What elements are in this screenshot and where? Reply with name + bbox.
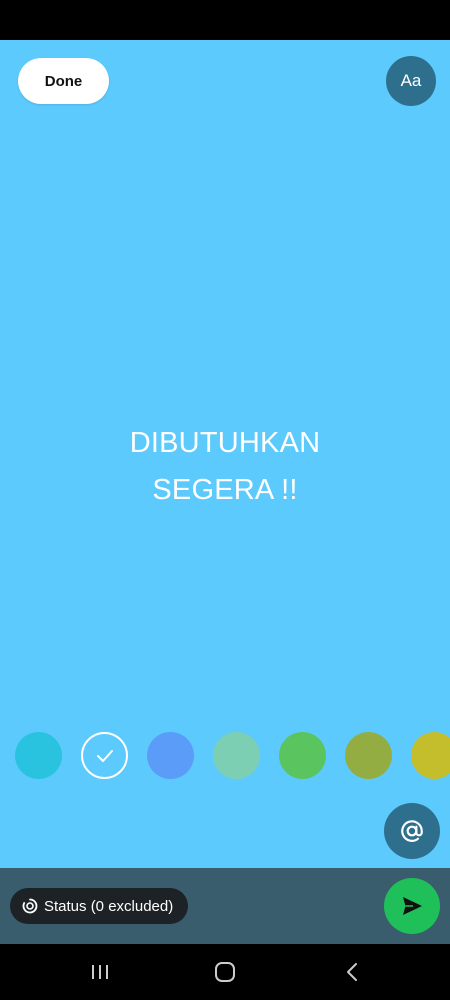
send-button[interactable] xyxy=(384,878,440,934)
status-audience-button[interactable]: Status (0 excluded) xyxy=(10,888,188,924)
done-button[interactable]: Done xyxy=(18,58,109,104)
system-navigation-bar xyxy=(0,944,450,1000)
color-swatch-2-selected[interactable] xyxy=(81,732,128,779)
color-swatch-4[interactable] xyxy=(213,732,260,779)
status-ring-icon xyxy=(22,898,38,914)
home-icon xyxy=(215,962,235,982)
color-swatch-1[interactable] xyxy=(15,732,62,779)
status-audience-label: Status (0 excluded) xyxy=(44,897,174,915)
color-swatch-7[interactable] xyxy=(411,732,450,779)
color-swatch-6[interactable] xyxy=(345,732,392,779)
back-icon xyxy=(347,963,357,981)
at-sign-icon xyxy=(401,820,423,842)
font-style-button[interactable]: Aa xyxy=(386,56,436,106)
checkmark-icon xyxy=(96,749,113,762)
mention-button[interactable] xyxy=(384,803,440,859)
status-text-line-2: SEGERA !! xyxy=(152,474,298,506)
recent-apps-icon xyxy=(92,965,108,979)
status-composer-screen: Done Aa DIBUTUHKAN SEGERA !! Status (0 e… xyxy=(0,0,450,1000)
color-swatch-3[interactable] xyxy=(147,732,194,779)
status-text[interactable]: DIBUTUHKAN SEGERA !! xyxy=(0,420,450,514)
composer-footer: Status (0 excluded) xyxy=(0,868,450,944)
home-button[interactable] xyxy=(211,958,239,986)
system-status-bar xyxy=(0,0,450,40)
back-button[interactable] xyxy=(338,958,366,986)
recent-apps-button[interactable] xyxy=(86,958,114,986)
color-swatch-5[interactable] xyxy=(279,732,326,779)
send-icon xyxy=(403,897,422,915)
status-text-line-1: DIBUTUHKAN xyxy=(129,427,321,459)
status-canvas[interactable]: Done Aa DIBUTUHKAN SEGERA !! xyxy=(0,40,450,868)
